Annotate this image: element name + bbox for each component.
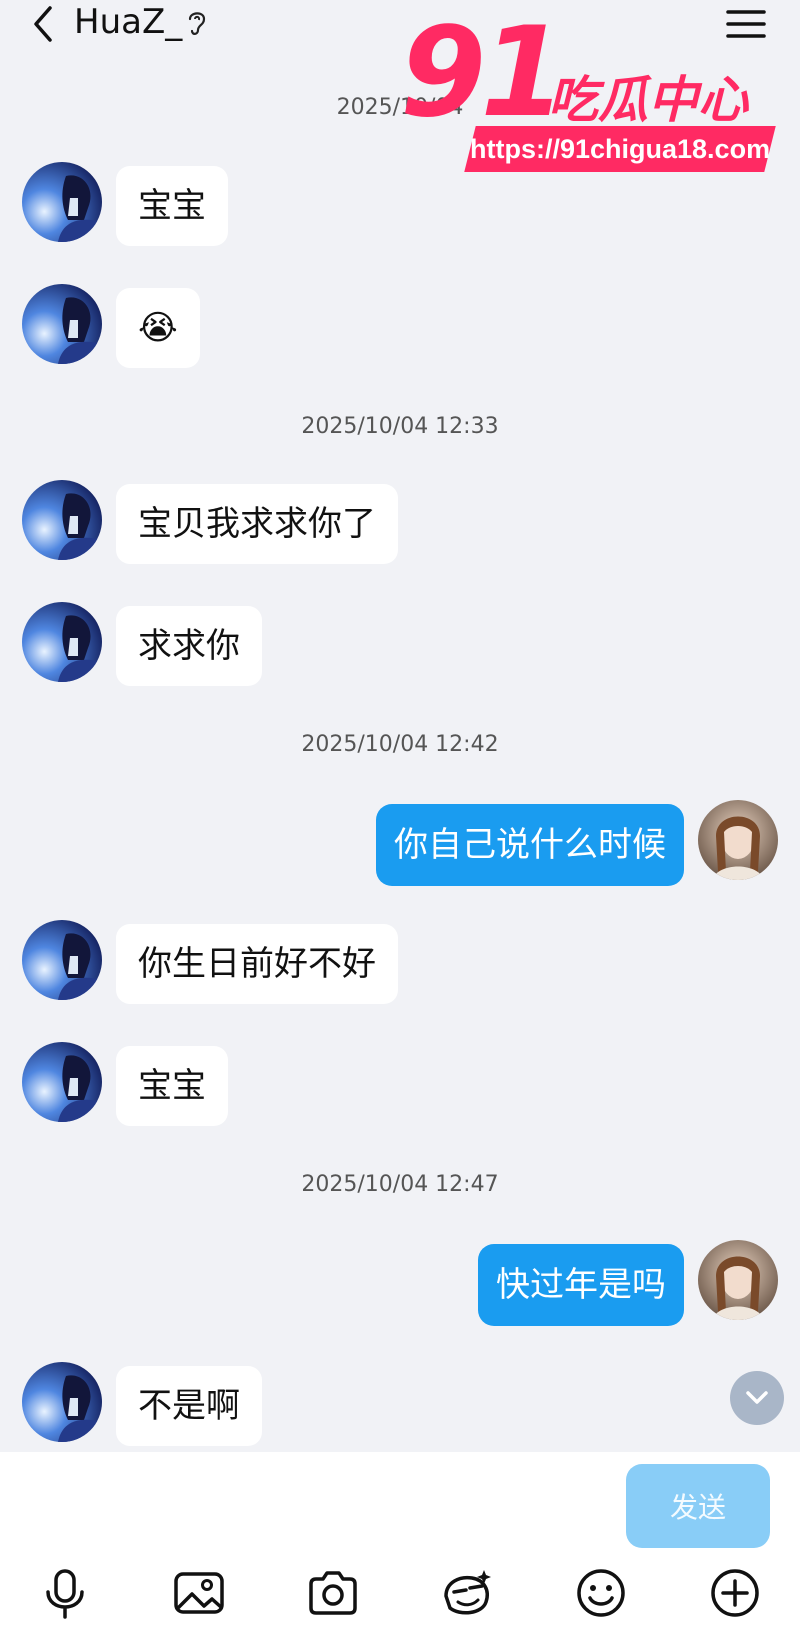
microphone-icon[interactable] [38, 1566, 92, 1620]
ear-icon [188, 12, 206, 35]
message-bubble-received[interactable]: 宝宝 [116, 1046, 228, 1126]
contact-avatar[interactable] [22, 1362, 102, 1442]
contact-avatar[interactable] [22, 602, 102, 682]
watermark-url: https://91chigua18.com [464, 126, 776, 172]
watermark-logo: 91 吃瓜中心 https://91chigua18.com [400, 8, 780, 176]
contact-avatar[interactable] [22, 284, 102, 364]
scroll-to-bottom-button[interactable] [730, 1371, 784, 1425]
contact-name[interactable]: HuaZ_ [74, 2, 182, 42]
back-icon[interactable] [28, 4, 58, 44]
camera-icon[interactable] [306, 1566, 360, 1620]
sticker-icon[interactable] [440, 1566, 494, 1620]
my-avatar[interactable] [698, 800, 778, 880]
plus-icon[interactable] [708, 1566, 762, 1620]
contact-avatar[interactable] [22, 480, 102, 560]
message-bubble-received[interactable]: 😭 [116, 288, 200, 368]
chevron-down-icon [746, 1391, 768, 1404]
my-avatar[interactable] [698, 1240, 778, 1320]
message-bubble-received[interactable]: 宝贝我求求你了 [116, 484, 398, 564]
message-bubble-sent[interactable]: 快过年是吗 [478, 1244, 684, 1326]
contact-avatar[interactable] [22, 920, 102, 1000]
timestamp: 2025/10/04 12:33 [301, 414, 499, 439]
message-bubble-received[interactable]: 你生日前好不好 [116, 924, 398, 1004]
emoji-icon[interactable] [574, 1566, 628, 1620]
message-bubble-received[interactable]: 宝宝 [116, 166, 228, 246]
message-bubble-sent[interactable]: 你自己说什么时候 [376, 804, 684, 886]
contact-avatar[interactable] [22, 162, 102, 242]
image-icon[interactable] [172, 1566, 226, 1620]
message-bubble-received[interactable]: 求求你 [116, 606, 262, 686]
watermark-text: 吃瓜中心 [548, 71, 748, 129]
input-toolbar [0, 1560, 800, 1627]
watermark-number: 91 [400, 1, 567, 145]
timestamp: 2025/10/04 12:42 [301, 732, 499, 757]
contact-avatar[interactable] [22, 1042, 102, 1122]
send-button[interactable]: 发送 [626, 1464, 770, 1548]
timestamp: 2025/10/04 12:47 [301, 1172, 499, 1197]
message-bubble-received[interactable]: 不是啊 [116, 1366, 262, 1446]
composer: 发送 [0, 1452, 800, 1560]
message-input[interactable] [28, 1466, 602, 1546]
